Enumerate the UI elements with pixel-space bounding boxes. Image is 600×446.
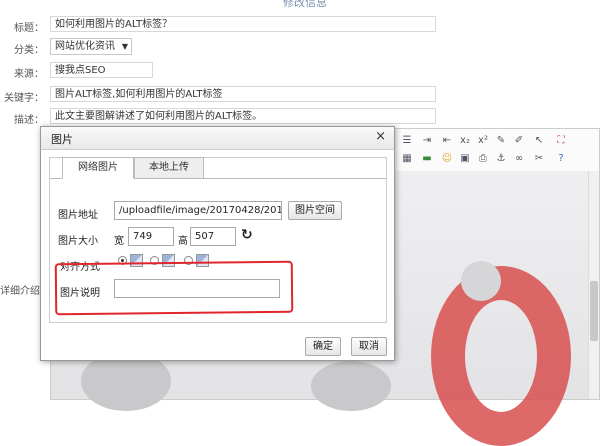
title-input[interactable]: 如何利用图片的ALT标签？ [50, 16, 436, 32]
fullscreen-icon[interactable]: ⛶ [555, 135, 567, 147]
description-input[interactable]: 此文主要图解讲述了如何利用图片的ALT标签。 [50, 108, 436, 124]
dialog-title: 图片 [51, 133, 73, 146]
category-label: 分类： [14, 45, 44, 56]
tab-local-upload[interactable]: 本地上传 [134, 157, 204, 179]
clear-format-icon[interactable]: ✎ [495, 135, 507, 147]
size-label: 图片大小 [58, 236, 98, 247]
link-icon[interactable]: ∞ [513, 153, 525, 165]
width-label: 宽 [114, 236, 124, 247]
list-icon[interactable]: ☰ [401, 135, 413, 147]
select-icon[interactable]: ↖ [533, 135, 545, 147]
width-input[interactable]: 749 [128, 227, 174, 246]
pagebreak-icon[interactable]: ⎙ [477, 153, 489, 165]
tab-network-image[interactable]: 网络图片 [62, 157, 134, 179]
image-dialog: 图片 × 网络图片 本地上传 图片地址 /uploadfile/image/20… [40, 126, 395, 361]
page-header: 修改信息 [0, 0, 600, 10]
highlight-annotation [54, 260, 294, 316]
description-label: 描述： [14, 115, 44, 126]
illustration-letter-o [431, 266, 571, 446]
indent-icon[interactable]: ⇥ [421, 135, 433, 147]
anchor-icon[interactable]: ⚓ [495, 153, 507, 165]
source-input[interactable]: 搜我点SEO [50, 62, 153, 78]
keywords-label: 关键字： [4, 93, 44, 104]
illustration-head [461, 261, 501, 301]
title-label: 标题： [14, 23, 44, 34]
hr-icon[interactable]: ▬ [421, 153, 433, 165]
editor-scrollbar[interactable] [588, 171, 599, 399]
image-icon[interactable]: ▣ [459, 153, 471, 165]
page-title: 修改信息 [283, 0, 327, 9]
source-label: 来源： [14, 69, 44, 80]
illustration-figure-center [311, 361, 391, 411]
detail-label: 详细介绍 [0, 286, 40, 297]
table-icon[interactable]: ▦ [401, 153, 413, 165]
cancel-button[interactable]: 取消 [351, 337, 387, 356]
height-input[interactable]: 507 [190, 227, 236, 246]
close-icon[interactable]: × [375, 129, 386, 144]
help-icon[interactable]: ? [555, 153, 567, 165]
keywords-input[interactable]: 图片ALT标签,如何利用图片的ALT标签 [50, 86, 436, 102]
category-value: 网站优化资讯 [55, 41, 115, 52]
emoticon-icon[interactable]: ☺ [441, 153, 453, 165]
brush-icon[interactable]: ✐ [513, 135, 525, 147]
outdent-icon[interactable]: ⇤ [441, 135, 453, 147]
height-label: 高 [178, 236, 188, 247]
unlink-icon[interactable]: ✂ [533, 153, 545, 165]
subscript-icon[interactable]: x₂ [459, 135, 471, 147]
confirm-button[interactable]: 确定 [305, 337, 341, 356]
scrollbar-thumb[interactable] [590, 281, 598, 341]
dialog-header[interactable]: 图片 × [41, 127, 394, 150]
reset-size-icon[interactable]: ↻ [241, 227, 253, 243]
url-label: 图片地址 [58, 210, 98, 221]
superscript-icon[interactable]: x² [477, 135, 489, 147]
image-space-button[interactable]: 图片空间 [288, 201, 342, 220]
url-input[interactable]: /uploadfile/image/20170428/201704 [114, 201, 282, 220]
chevron-down-icon: ▼ [121, 42, 128, 51]
category-select[interactable]: 网站优化资讯 ▼ [50, 38, 132, 55]
